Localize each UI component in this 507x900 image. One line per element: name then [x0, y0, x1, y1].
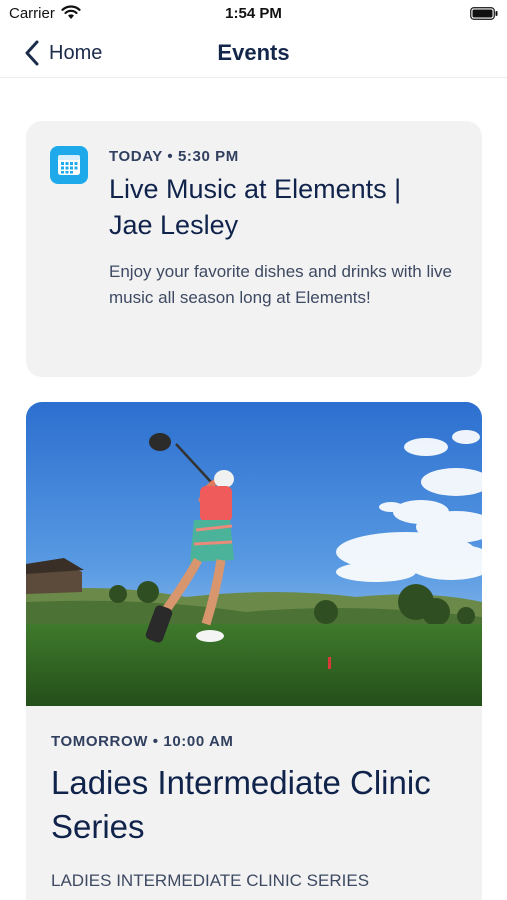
navigation-bar: Home Events — [0, 28, 507, 78]
event-datetime: TODAY • 5:30 PM — [109, 148, 239, 165]
battery-icon — [470, 7, 498, 20]
golfer-swing-photo — [26, 402, 482, 706]
event-title: Live Music at Elements | Jae Lesley — [109, 174, 402, 240]
calendar-icon — [50, 146, 88, 184]
event-description: Enjoy your favorite dishes and drinks wi… — [109, 262, 452, 307]
page-title: Events — [217, 40, 290, 65]
status-time: 1:54 PM — [225, 5, 282, 22]
event-datetime: TOMORROW • 10:00 AM — [51, 733, 234, 750]
event-card[interactable]: TOMORROW • 10:00 AM Ladies Intermediate … — [26, 402, 482, 900]
event-description: LADIES INTERMEDIATE CLINIC SERIES — [51, 871, 370, 890]
event-card[interactable]: TODAY • 5:30 PM Live Music at Elements |… — [26, 121, 482, 377]
status-bar: Carrier 1:54 PM — [0, 0, 507, 28]
event-title: Ladies Intermediate Clinic Series — [51, 764, 431, 845]
